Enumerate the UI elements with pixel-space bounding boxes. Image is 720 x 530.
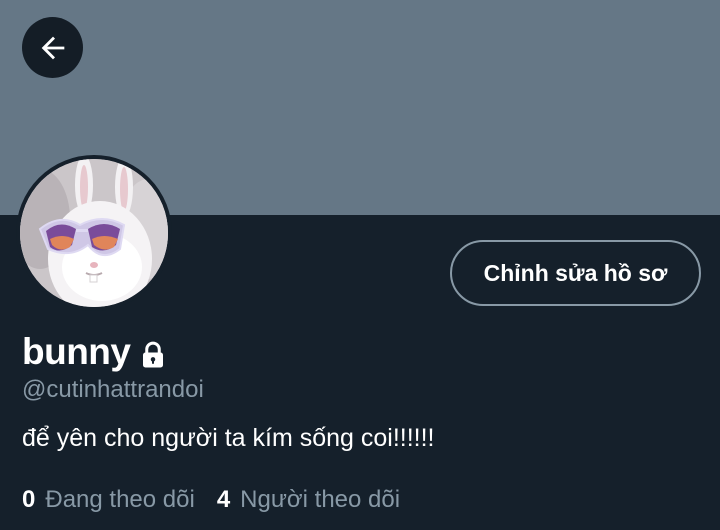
lock-icon xyxy=(138,340,168,370)
handle: @cutinhattrandoi xyxy=(22,376,204,403)
edit-profile-label: Chỉnh sửa hồ sơ xyxy=(483,259,668,286)
followers-label: Người theo dõi xyxy=(240,486,401,513)
following-label: Đang theo dõi xyxy=(45,486,195,513)
profile-stats: 0 Đang theo dõi 4 Người theo dõi xyxy=(22,486,400,514)
display-name-row: bunny xyxy=(22,328,168,376)
avatar[interactable] xyxy=(16,155,172,311)
following-count: 0 xyxy=(22,486,36,513)
following-link[interactable]: 0 Đang theo dõi xyxy=(22,486,195,514)
display-name: bunny xyxy=(22,331,131,372)
followers-count: 4 xyxy=(216,486,231,513)
edit-profile-button[interactable]: Chỉnh sửa hồ sơ xyxy=(450,240,701,306)
arrow-left-icon xyxy=(36,31,70,65)
followers-link[interactable]: 4 Người theo dõi xyxy=(217,486,400,514)
bio: để yên cho người ta kím sống coi!!!!!! xyxy=(22,424,435,452)
back-button[interactable] xyxy=(22,17,83,78)
